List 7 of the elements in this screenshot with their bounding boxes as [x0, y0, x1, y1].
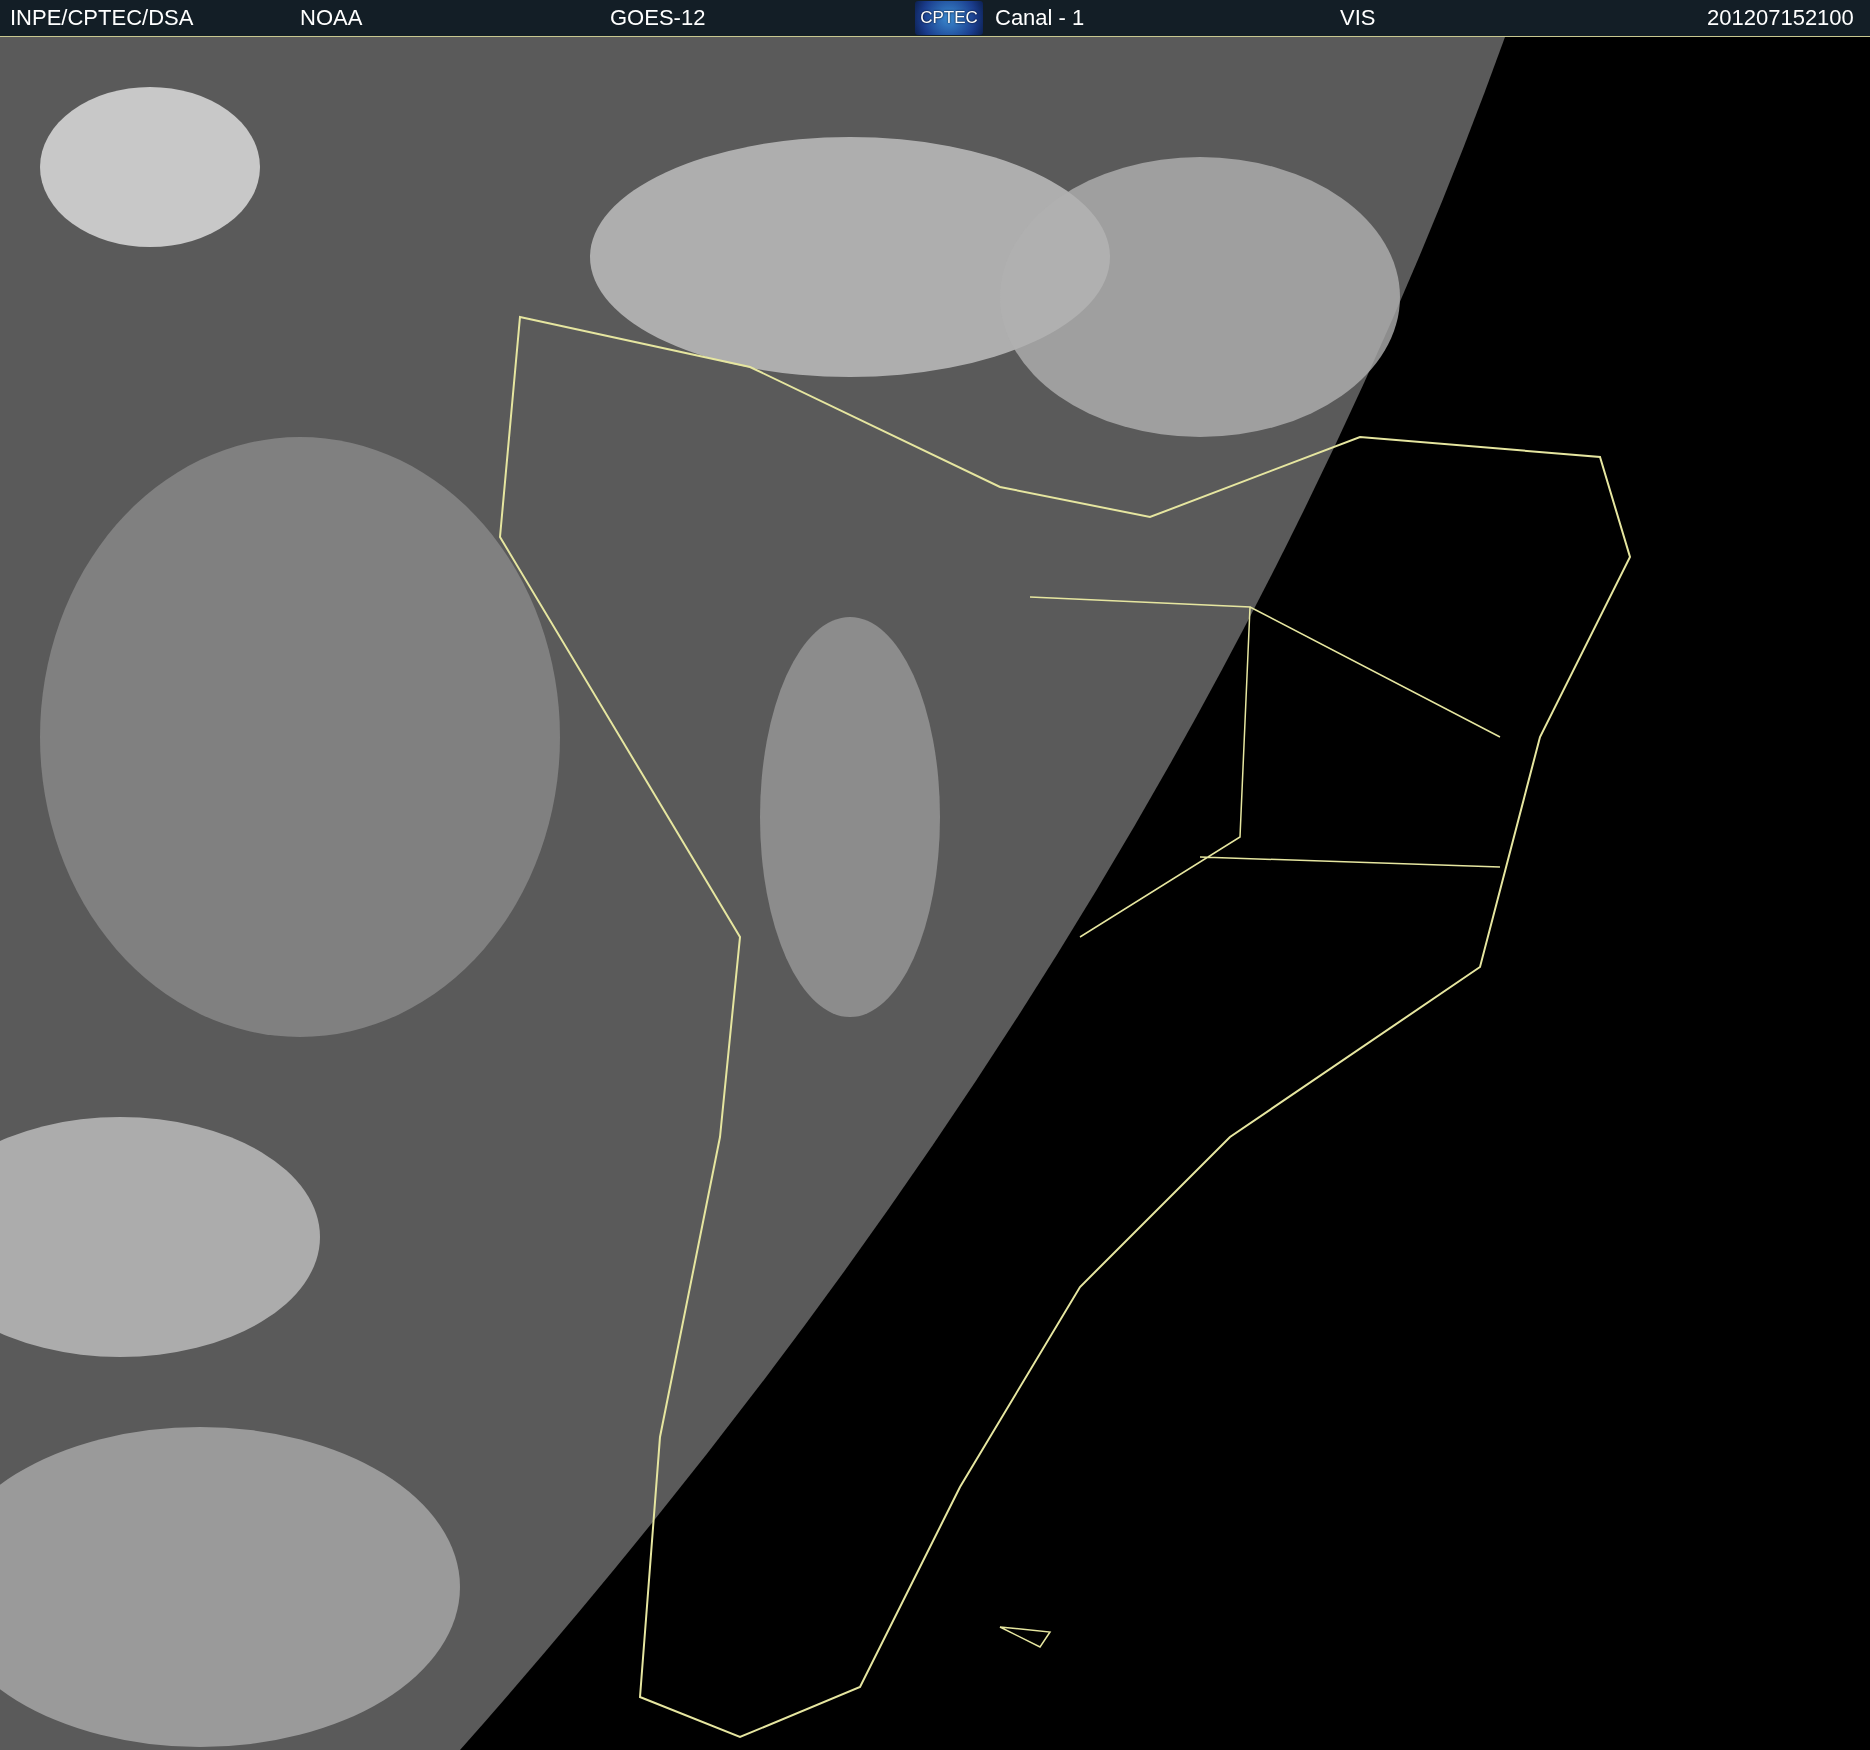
header-label: VIS	[1339, 5, 1376, 31]
logo: CPTEC	[915, 1, 983, 35]
timestamp-label: 201207152100	[1706, 5, 1855, 31]
header-label: Canal - 1	[994, 5, 1085, 31]
header-label: GOES-12	[609, 5, 706, 31]
header-label: NOAA	[299, 5, 363, 31]
header-label: INPE/CPTEC/DSA	[9, 5, 194, 31]
